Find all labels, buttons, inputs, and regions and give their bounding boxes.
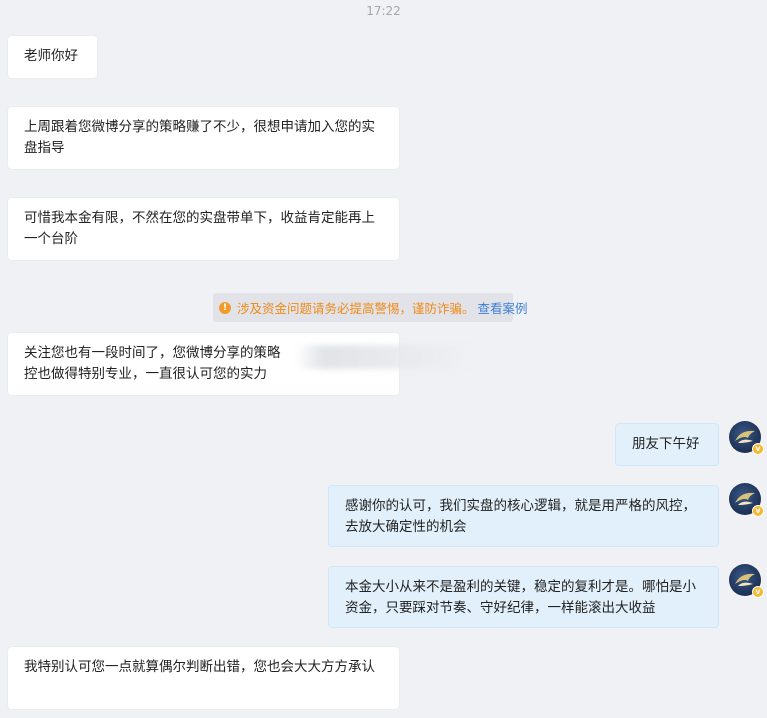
message-text: 上周跟着您微博分享的策略赚了不少，很想申请加入您的实盘指导	[24, 119, 375, 156]
message-outgoing-3[interactable]: 本金大小从来不是盈利的关键，稳定的复利才是。哪怕是小资金，只要踩对节奏、守好纪律…	[328, 566, 719, 628]
message-text: 我特别认可您一点就算偶尔判断出错，您也会大大方方承认	[24, 659, 375, 675]
message-text: 本金大小从来不是盈利的关键，稳定的复利才是。哪怕是小资金，只要踩对节奏、守好纪律…	[345, 579, 696, 616]
warning-text: 涉及资金问题请务必提高警惕，谨防诈骗。	[237, 301, 475, 316]
message-text: 可惜我本金有限，不然在您的实盘带单下，收益肯定能再上一个台阶	[24, 210, 375, 247]
fraud-warning-notice: ! 涉及资金问题请务必提高警惕，谨防诈骗。 查看案例	[213, 293, 528, 322]
verified-badge: v	[752, 443, 764, 455]
message-incoming-1[interactable]: 老师你好	[8, 36, 97, 78]
verified-badge: v	[752, 505, 764, 517]
message-incoming-3[interactable]: 可惜我本金有限，不然在您的实盘带单下，收益肯定能再上一个台阶	[8, 198, 399, 260]
redacted-blur	[296, 345, 476, 369]
view-cases-link[interactable]: 查看案例	[478, 298, 528, 317]
user-avatar[interactable]: v	[729, 564, 764, 598]
message-outgoing-2[interactable]: 感谢你的认可，我们实盘的核心逻辑，就是用严格的风控，去放大确定性的机会	[328, 485, 719, 547]
message-incoming-5[interactable]: 我特别认可您一点就算偶尔判断出错，您也会大大方方承认	[8, 647, 399, 709]
message-outgoing-1[interactable]: 朋友下午好	[615, 423, 719, 466]
message-text: 朋友下午好	[632, 436, 700, 452]
user-avatar[interactable]: v	[729, 483, 764, 517]
message-text: 老师你好	[24, 48, 78, 64]
message-incoming-2[interactable]: 上周跟着您微博分享的策略赚了不少，很想申请加入您的实盘指导	[8, 107, 399, 169]
user-avatar[interactable]: v	[729, 421, 764, 455]
verified-badge: v	[752, 586, 764, 598]
message-text: 感谢你的认可，我们实盘的核心逻辑，就是用严格的风控，去放大确定性的机会	[345, 498, 696, 535]
warning-icon: !	[219, 301, 231, 314]
message-timestamp: 17:22	[366, 4, 401, 18]
